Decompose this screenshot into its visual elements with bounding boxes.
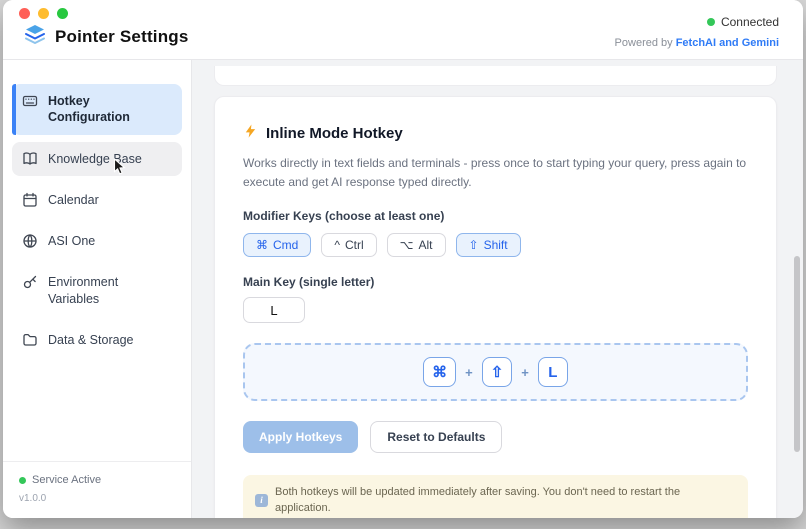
ctrl-label: Ctrl xyxy=(345,238,364,252)
sidebar-item-label: Hotkey Configuration xyxy=(48,93,172,126)
cmd-symbol: ⌘ xyxy=(256,238,268,252)
app-version: v1.0.0 xyxy=(19,493,175,504)
lightning-icon xyxy=(243,123,258,144)
book-icon xyxy=(22,151,38,167)
sidebar-footer: Service Active v1.0.0 xyxy=(3,461,191,518)
modifier-alt-button[interactable]: ⌥ Alt xyxy=(387,233,446,257)
calendar-icon xyxy=(22,192,38,208)
main-key-input[interactable] xyxy=(243,297,305,323)
keyboard-icon xyxy=(22,93,38,109)
modifier-keys-label: Modifier Keys (choose at least one) xyxy=(243,209,748,223)
app-logo-icon xyxy=(23,22,47,51)
sidebar-item-hotkey-configuration[interactable]: Hotkey Configuration xyxy=(12,84,182,135)
sidebar-item-calendar[interactable]: Calendar xyxy=(12,183,182,217)
vertical-scrollbar[interactable] xyxy=(794,256,800,452)
sidebar-item-label: ASI One xyxy=(48,233,95,249)
ctrl-symbol: ^ xyxy=(334,238,340,252)
main-key-label: Main Key (single letter) xyxy=(243,275,748,289)
powered-by-link[interactable]: FetchAI and Gemini xyxy=(676,37,779,49)
traffic-lights xyxy=(17,8,189,19)
key-icon xyxy=(22,274,38,290)
app-window: Pointer Settings Connected Powered by Fe… xyxy=(3,0,803,518)
sidebar-item-label: Calendar xyxy=(48,192,99,208)
sidebar-item-label: Data & Storage xyxy=(48,332,133,348)
minimize-window-button[interactable] xyxy=(38,8,49,19)
connection-status: Connected xyxy=(707,15,779,29)
section-description: Works directly in text fields and termin… xyxy=(243,154,748,191)
info-icon: i xyxy=(255,494,268,507)
modifier-key-group: ⌘ Cmd ^ Ctrl ⌥ Alt ⇧ Shift xyxy=(243,233,748,257)
cmd-label: Cmd xyxy=(273,238,298,252)
sidebar-nav: Hotkey Configuration Knowledge Base xyxy=(3,60,191,461)
powered-by: Powered by FetchAI and Gemini xyxy=(615,37,779,49)
info-banner-text: Both hotkeys will be updated immediately… xyxy=(275,485,736,516)
reset-defaults-button[interactable]: Reset to Defaults xyxy=(370,421,502,453)
sidebar-item-asi-one[interactable]: ASI One xyxy=(12,224,182,258)
preview-cmd-keycap: ⌘ xyxy=(423,357,456,387)
apply-hotkeys-button[interactable]: Apply Hotkeys xyxy=(243,421,358,453)
service-status-label: Service Active xyxy=(32,474,101,486)
sidebar-item-knowledge-base[interactable]: Knowledge Base xyxy=(12,142,182,176)
page-title: Pointer Settings xyxy=(55,27,189,47)
sidebar-item-label: Knowledge Base xyxy=(48,151,142,167)
hotkey-preview-box: ⌘ + ⇧ + L xyxy=(243,343,748,401)
sidebar-item-environment-variables[interactable]: Environment Variables xyxy=(12,265,182,316)
sidebar-item-data-storage[interactable]: Data & Storage xyxy=(12,323,182,357)
service-active-dot-icon xyxy=(19,477,26,484)
preview-shift-keycap: ⇧ xyxy=(482,357,513,387)
modifier-shift-button[interactable]: ⇧ Shift xyxy=(456,233,521,257)
powered-by-text: Powered by xyxy=(615,37,673,49)
modifier-cmd-button[interactable]: ⌘ Cmd xyxy=(243,233,311,257)
connected-dot-icon xyxy=(707,18,715,26)
titlebar: Pointer Settings Connected Powered by Fe… xyxy=(3,0,803,60)
alt-label: Alt xyxy=(418,238,432,252)
main-content: Inline Mode Hotkey Works directly in tex… xyxy=(192,60,803,518)
plus-separator: + xyxy=(465,365,473,380)
shift-label: Shift xyxy=(484,238,508,252)
previous-card-partial xyxy=(214,66,777,86)
section-title: Inline Mode Hotkey xyxy=(266,125,403,142)
service-status: Service Active xyxy=(19,474,175,486)
zoom-window-button[interactable] xyxy=(57,8,68,19)
info-banner: i Both hotkeys will be updated immediate… xyxy=(243,475,748,518)
shift-symbol: ⇧ xyxy=(469,238,479,252)
sidebar-item-label: Environment Variables xyxy=(48,274,172,307)
modifier-ctrl-button[interactable]: ^ Ctrl xyxy=(321,233,376,257)
sidebar: Hotkey Configuration Knowledge Base xyxy=(3,60,192,518)
folder-icon xyxy=(22,332,38,348)
inline-mode-hotkey-card: Inline Mode Hotkey Works directly in tex… xyxy=(214,96,777,518)
globe-icon xyxy=(22,233,38,249)
plus-separator: + xyxy=(521,365,529,380)
close-window-button[interactable] xyxy=(19,8,30,19)
alt-symbol: ⌥ xyxy=(400,238,414,252)
preview-letter-keycap: L xyxy=(538,357,568,387)
connection-status-label: Connected xyxy=(721,15,779,29)
